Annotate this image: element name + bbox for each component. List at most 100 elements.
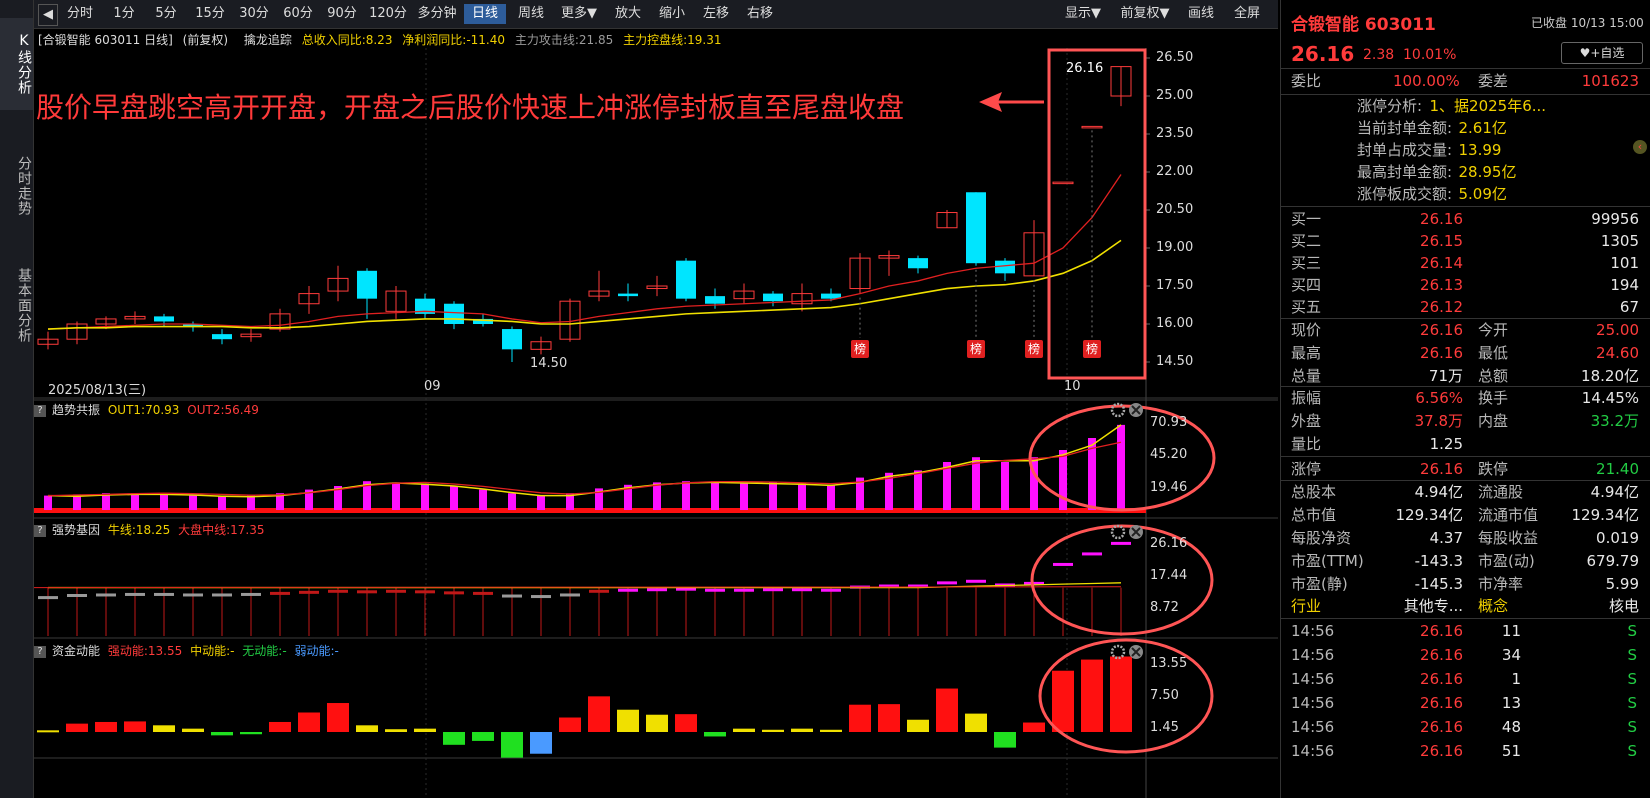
revenue-yoy: 总收入同比:8.23 [301,33,393,47]
fund-bar [936,688,958,732]
trend-bar [1001,462,1009,510]
draw-button[interactable]: 画线 [1182,4,1220,24]
bid-label: 买二 [1291,232,1322,250]
add-watchlist-button[interactable]: ♥+自选 [1561,42,1643,64]
attack-line: 主力攻击线:21.85 [514,33,614,47]
fund-bar [385,729,407,732]
bid-volume: 101 [1610,254,1639,272]
no-energy: 无动能:- [242,644,287,658]
tab-kline[interactable]: K线分析 [0,18,33,110]
fullscreen-button[interactable]: 全屏 [1228,4,1266,24]
industry-value[interactable]: 其他专... [1393,595,1463,618]
stat-value: 24.60 [1596,344,1639,362]
date-label-start: 2025/08/13(三) [48,383,147,398]
stat-label: 每股净资 [1291,529,1352,547]
more-dropdown[interactable]: 更多▼ [556,4,602,24]
fund-bar [269,721,291,732]
gene-bar [241,592,261,596]
tick-time: 14:56 [1291,694,1335,712]
fund-bar [704,732,726,737]
tab-intraday[interactable]: 分时走势 [0,140,33,232]
panel-gene-name[interactable]: 强势基因 [52,523,100,537]
stat-label: 市盈(静) [1291,575,1348,593]
stat-label: 总股本 [1291,483,1337,501]
stat-label: 市盈(TTM) [1291,552,1364,570]
stat-label: 最高 [1291,344,1322,362]
concept-value[interactable]: 核电 [1609,595,1639,618]
p1-tick-0: 70.93 [1150,415,1188,430]
bid-label: 买一 [1291,210,1322,228]
tick-price: 26.16 [1420,670,1463,688]
help-icon[interactable]: ? [34,524,46,537]
fund-bar [95,721,117,732]
zoom-out-button[interactable]: 缩小 [652,4,692,24]
price-tick-label: 16.00 [1156,316,1194,331]
collapse-left-icon[interactable]: ◀ [38,4,58,26]
stat-value: 0.019 [1596,529,1639,547]
period-button-30m[interactable]: 30分 [234,4,274,24]
trend-bar [508,493,516,510]
dragon-tiger-badge[interactable]: 榜 [1025,340,1043,358]
gene-bar [183,593,203,597]
limit-info-value: 13.99 [1458,141,1502,159]
gene-bar [821,588,841,592]
limit-info-label: 涨停分析: [1357,97,1423,115]
fund-bar [617,709,639,732]
stat-value: 26.16 [1420,321,1463,339]
panel-trend-name[interactable]: 趋势共振 [52,403,100,417]
period-button-multi[interactable]: 多分钟 [414,4,460,24]
trend-bar [392,482,400,510]
price-tick-label: 19.00 [1156,240,1194,255]
dragon-tiger-badge[interactable]: 榜 [1083,340,1101,358]
period-button-weekly[interactable]: 周线 [510,4,552,24]
display-dropdown[interactable]: 显示▼ [1060,4,1106,24]
period-button-5m[interactable]: 5分 [148,4,184,24]
stat-row: 现价 26.16 今开 25.00 [1281,319,1650,342]
trend-bar [247,495,255,510]
tab-fundamental[interactable]: 基本面分析 [0,250,33,360]
period-button-1m[interactable]: 1分 [106,4,142,24]
stat-label: 现价 [1291,321,1322,339]
gene-bar [357,590,377,594]
period-button-15m[interactable]: 15分 [190,4,230,24]
period-button-120m[interactable]: 120分 [366,4,410,24]
p2-tick-0: 26.16 [1150,536,1188,551]
chart-title: [合锻智能 603011 日线] [38,33,173,47]
panel-fund-name[interactable]: 资金动能 [52,644,100,658]
zoom-in-button[interactable]: 放大 [608,4,648,24]
date-label-sep: 09 [424,379,441,394]
tick-side: S [1627,694,1637,712]
adjust-dropdown[interactable]: 前复权▼ [1116,4,1174,24]
kline-chart-area[interactable] [34,48,1278,798]
help-icon[interactable]: ? [34,645,46,658]
period-button-fenshi[interactable]: 分时 [60,4,100,24]
indicator-name[interactable]: 擒龙追踪 [244,33,292,47]
tick-row: 14:56 26.16 48 S [1281,716,1650,739]
period-button-daily[interactable]: 日线 [464,4,506,24]
stat-value: 679.79 [1586,552,1640,570]
gene-bar [966,579,986,583]
period-button-90m[interactable]: 90分 [322,4,362,24]
tick-row: 14:56 26.16 11 S [1281,620,1650,643]
fund-bar [66,723,88,732]
gear-icon [1110,644,1126,660]
fund-bar [443,732,465,745]
p3-tick-0: 13.55 [1150,656,1188,671]
limit-info-value: 28.95亿 [1458,163,1517,181]
trend-bar [798,483,806,510]
help-icon[interactable]: ? [34,404,46,417]
fund-bar [124,721,146,732]
dragon-tiger-badge[interactable]: 榜 [851,340,869,358]
tick-price: 26.16 [1420,694,1463,712]
candle-body-down [357,270,377,299]
period-button-60m[interactable]: 60分 [278,4,318,24]
bull-line-value: 牛线:18.25 [107,523,171,537]
pan-right-button[interactable]: 右移 [740,4,780,24]
pan-left-button[interactable]: 左移 [696,4,736,24]
dragon-tiger-badge[interactable]: 榜 [967,340,985,358]
fund-bar [762,729,784,732]
fund-bar [791,728,813,732]
candle-body-down [705,296,725,304]
stat-label: 市净率 [1478,575,1524,593]
collapse-arrow-icon[interactable]: ‹ [1633,140,1647,154]
